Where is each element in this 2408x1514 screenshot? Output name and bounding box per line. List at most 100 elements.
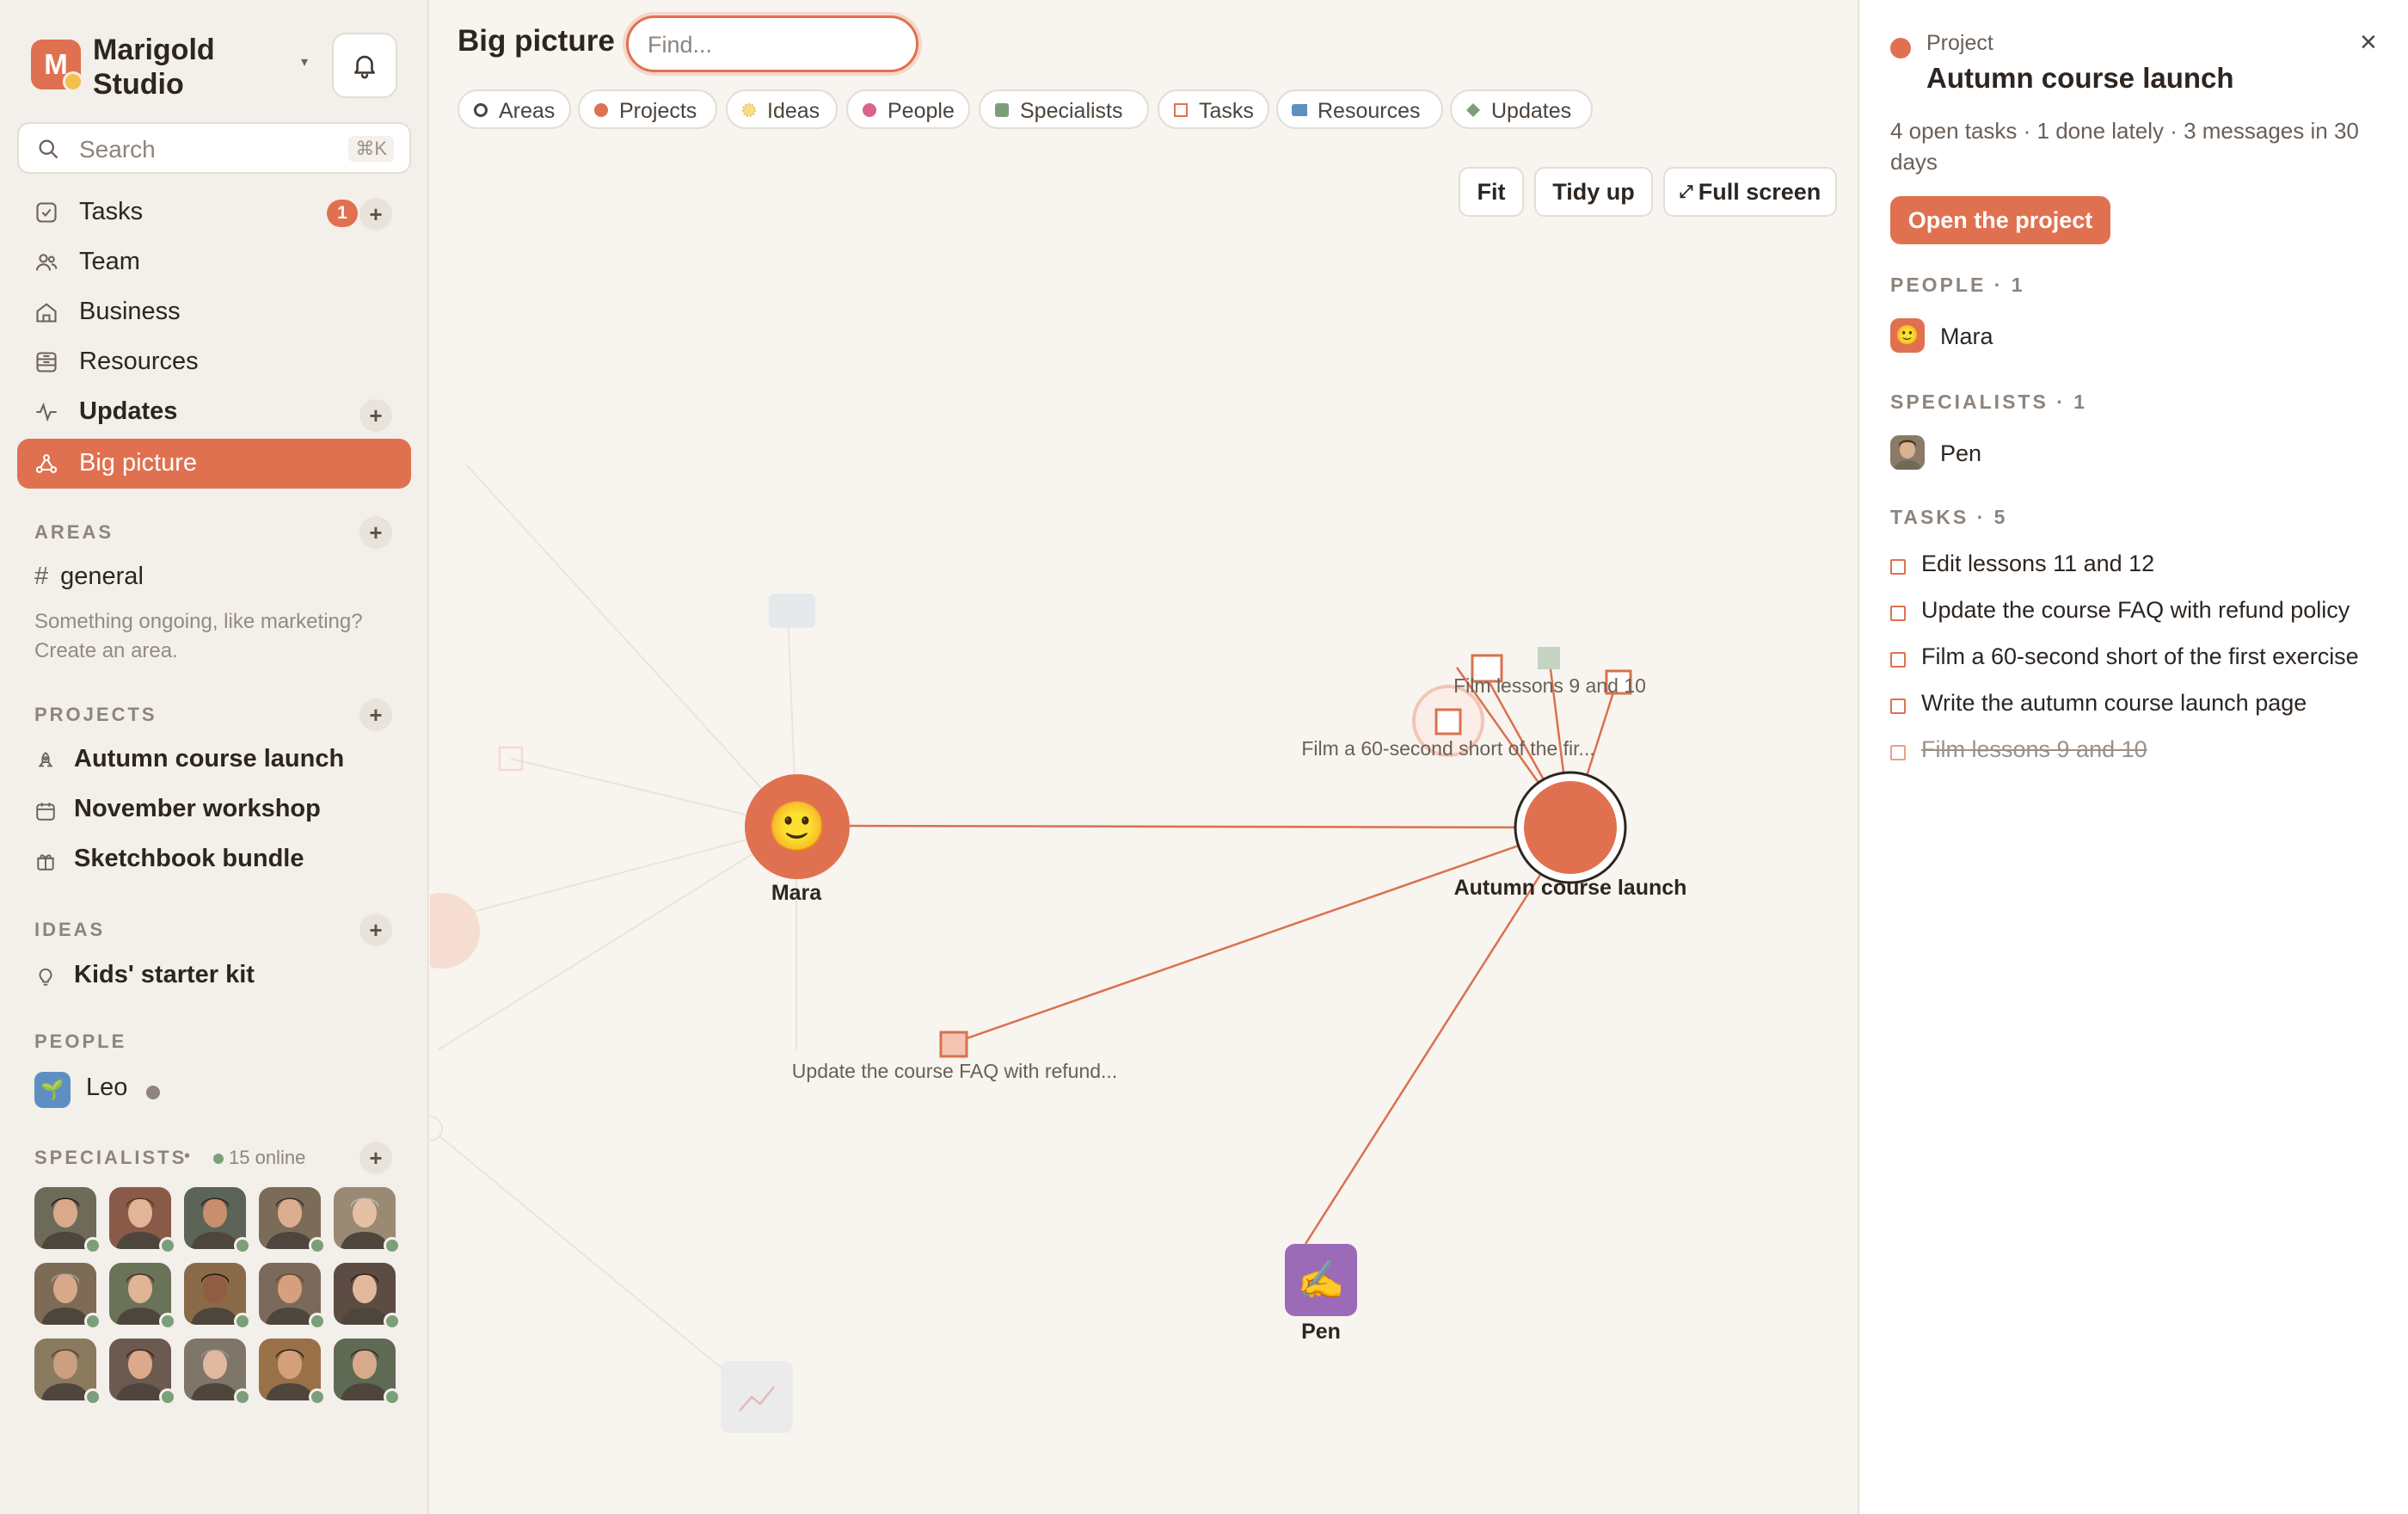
person-node-label: Mara bbox=[771, 881, 822, 905]
workspace-logo: M bbox=[31, 40, 83, 92]
online-status-dot bbox=[384, 1313, 401, 1330]
online-status-dot bbox=[384, 1237, 401, 1254]
task-label: Edit lessons 11 and 12 bbox=[1921, 551, 2155, 576]
specialist-avatar[interactable] bbox=[34, 1263, 101, 1330]
specialist-avatar[interactable] bbox=[334, 1263, 401, 1330]
sidebar-item-business[interactable]: Business bbox=[17, 287, 411, 337]
person-node-mara[interactable]: 🙂 bbox=[745, 774, 850, 879]
sidebar-search[interactable]: Search ⌘K bbox=[17, 122, 411, 174]
project-detail-panel: Project Autumn course launch × 4 open ta… bbox=[1858, 0, 2408, 1514]
sidebar-item-label: Team bbox=[79, 248, 140, 275]
faded-link bbox=[465, 464, 797, 828]
relationship-graph bbox=[430, 464, 1632, 1433]
task-checkbox[interactable] bbox=[1890, 745, 1906, 760]
close-icon[interactable]: × bbox=[2360, 26, 2377, 59]
specialist-avatar[interactable] bbox=[184, 1339, 251, 1406]
tasks-count-badge: 1 bbox=[327, 200, 358, 227]
sidebar-item-label: Resources bbox=[79, 348, 199, 375]
specialist-avatar[interactable] bbox=[109, 1187, 176, 1254]
specialist-avatar[interactable] bbox=[184, 1263, 251, 1330]
sidebar-item-updates[interactable]: Updates bbox=[17, 387, 411, 437]
add-project-button[interactable]: + bbox=[359, 699, 392, 731]
add-update-button[interactable]: + bbox=[359, 399, 392, 432]
search-icon bbox=[39, 139, 58, 159]
online-status-dot bbox=[159, 1388, 176, 1406]
online-status-dot bbox=[234, 1237, 251, 1254]
online-status-dot bbox=[309, 1237, 326, 1254]
task-node-label: Film a 60-second short of the fir... bbox=[1301, 737, 1595, 760]
project-node-autumn-course-launch[interactable] bbox=[1524, 781, 1617, 874]
project-label: November workshop bbox=[74, 795, 321, 822]
hash-icon: # bbox=[34, 563, 49, 590]
sidebar-item-resources[interactable]: Resources bbox=[17, 337, 411, 387]
caret-down-icon: ▾ bbox=[301, 55, 309, 70]
people-icon bbox=[35, 254, 58, 271]
area-item-general[interactable]: # general bbox=[34, 563, 144, 591]
faded-update-node bbox=[721, 1361, 793, 1433]
bulb-icon bbox=[39, 968, 52, 986]
online-status-dot bbox=[384, 1388, 401, 1406]
specialist-avatar[interactable] bbox=[34, 1339, 101, 1406]
specialist-avatar[interactable] bbox=[109, 1339, 176, 1406]
online-status-dot bbox=[84, 1388, 101, 1406]
specialist-avatar[interactable] bbox=[259, 1187, 326, 1254]
task-checkbox[interactable] bbox=[1890, 652, 1906, 668]
specialist-avatar[interactable] bbox=[259, 1263, 326, 1330]
online-status-dot bbox=[159, 1313, 176, 1330]
specialist-name: Pen bbox=[1940, 440, 1982, 466]
specialists-online-count: 15 online bbox=[213, 1147, 305, 1169]
sidebar-item-team[interactable]: Team bbox=[17, 237, 411, 287]
checkbox-icon bbox=[36, 202, 57, 223]
project-node-label: Autumn course launch bbox=[1453, 876, 1687, 900]
task-checkbox[interactable] bbox=[1890, 699, 1906, 714]
specialists-separator: • bbox=[184, 1147, 191, 1166]
specialist-avatar[interactable] bbox=[259, 1339, 326, 1406]
faded-project-node bbox=[430, 893, 480, 969]
add-specialist-button[interactable]: + bbox=[359, 1142, 392, 1174]
sidebar: M Marigold Studio ▾ Search ⌘K Tasks 1 + … bbox=[0, 0, 429, 1514]
sidebar-item-label: Tasks bbox=[79, 198, 144, 225]
add-idea-button[interactable]: + bbox=[359, 914, 392, 946]
task-checkbox[interactable] bbox=[1890, 606, 1906, 621]
online-dot bbox=[213, 1154, 224, 1164]
sidebar-item-big-picture[interactable]: Big picture bbox=[17, 439, 411, 489]
task-label: Film a 60-second short of the first exer… bbox=[1921, 643, 2359, 669]
add-task-button[interactable]: + bbox=[359, 198, 392, 231]
task-label: Update the course FAQ with refund policy bbox=[1921, 597, 2350, 623]
specialist-avatar[interactable] bbox=[334, 1187, 401, 1254]
specialist-avatar[interactable] bbox=[184, 1187, 251, 1254]
person-name: Mara bbox=[1940, 323, 1993, 349]
panel-summary: 4 open tasks · 1 done lately · 3 message… bbox=[1890, 118, 2359, 175]
add-area-button[interactable]: + bbox=[359, 516, 392, 549]
online-status-dot bbox=[234, 1313, 251, 1330]
big-picture-canvas[interactable]: Big picture Find... Areas Projects Ideas… bbox=[430, 0, 1858, 1514]
specialist-avatar[interactable] bbox=[334, 1339, 401, 1406]
offline-status-dot bbox=[146, 1086, 160, 1099]
specialists-heading: SPECIALISTS bbox=[34, 1147, 187, 1168]
online-status-dot bbox=[84, 1237, 101, 1254]
specialist-node-pen[interactable]: ✍️ bbox=[1285, 1244, 1357, 1316]
task-node-label: Update the course FAQ with refund... bbox=[791, 1060, 1118, 1082]
link-project-task-faq bbox=[954, 826, 1571, 1044]
specialist-avatar[interactable] bbox=[34, 1187, 101, 1254]
faded-link bbox=[438, 1135, 758, 1398]
task-checkbox[interactable] bbox=[1890, 559, 1906, 575]
specialist-node-label: Pen bbox=[1301, 1320, 1341, 1344]
task-label: Write the autumn course launch page bbox=[1921, 690, 2307, 716]
online-status-dot bbox=[84, 1313, 101, 1330]
project-dot-icon bbox=[1890, 38, 1911, 58]
areas-heading: AREAS bbox=[34, 521, 114, 543]
online-status-dot bbox=[159, 1237, 176, 1254]
avatar: 🙂 bbox=[1890, 318, 1925, 353]
ideas-heading: IDEAS bbox=[34, 919, 106, 940]
project-label: Autumn course launch bbox=[74, 745, 345, 772]
sidebar-item-tasks[interactable]: Tasks 1 bbox=[17, 188, 411, 237]
specialist-avatar[interactable] bbox=[109, 1263, 176, 1330]
update-node bbox=[1538, 647, 1560, 669]
graph-icon bbox=[35, 454, 58, 473]
search-shortcut: ⌘K bbox=[348, 136, 394, 162]
home-icon bbox=[36, 303, 57, 323]
faded-link bbox=[438, 826, 797, 1050]
open-project-button[interactable]: Open the project bbox=[1890, 196, 2110, 244]
notifications-button[interactable] bbox=[332, 33, 397, 98]
